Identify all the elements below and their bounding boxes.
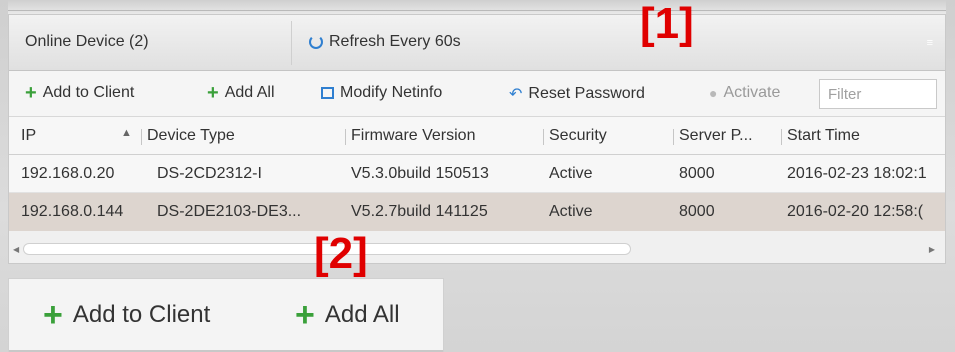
netinfo-icon xyxy=(321,87,334,99)
column-separator[interactable] xyxy=(543,129,544,145)
add-to-client-button[interactable]: + Add to Client xyxy=(25,82,135,104)
header-divider xyxy=(291,21,292,65)
plus-icon: + xyxy=(43,296,63,334)
cell-ip: 192.168.0.20 xyxy=(21,165,115,182)
table-row[interactable]: 192.168.0.20 DS-2CD2312-I V5.3.0build 15… xyxy=(9,155,945,193)
add-all-label: Add All xyxy=(224,84,275,101)
plus-icon: + xyxy=(295,296,315,334)
sort-up-icon[interactable]: ▲ xyxy=(121,127,132,139)
modify-netinfo-button[interactable]: Modify Netinfo xyxy=(321,84,442,102)
collapse-icon[interactable]: ≡ xyxy=(927,37,933,49)
zoom-add-to-client-label: Add to Client xyxy=(72,301,211,328)
cell-firmware: V5.3.0build 150513 xyxy=(351,165,489,182)
add-all-button[interactable]: + Add All xyxy=(207,82,275,104)
toolbar: + Add to Client + Add All Modify Netinfo… xyxy=(9,71,945,117)
cell-security: Active xyxy=(549,203,593,220)
refresh-setting[interactable]: Refresh Every 60s xyxy=(309,33,461,51)
modify-netinfo-label: Modify Netinfo xyxy=(340,84,443,101)
column-separator[interactable] xyxy=(673,129,674,145)
annotation-marker-1: [1] xyxy=(640,0,694,48)
plus-icon: + xyxy=(25,82,37,104)
cell-device-type: DS-2DE2103-DE3... xyxy=(157,203,302,220)
divider xyxy=(8,10,946,11)
activate-label: Activate xyxy=(723,84,781,101)
column-header-start-time[interactable]: Start Time xyxy=(787,127,860,145)
zoom-add-all-button[interactable]: + Add All xyxy=(295,296,400,334)
cell-security: Active xyxy=(549,165,593,182)
column-header-server-port[interactable]: Server P... xyxy=(679,127,753,145)
online-device-panel: Online Device (2) Refresh Every 60s ≡ + … xyxy=(8,14,946,264)
activate-button[interactable]: ● Activate xyxy=(709,84,780,102)
table-row-selected[interactable]: 192.168.0.144 DS-2DE2103-DE3... V5.2.7bu… xyxy=(9,193,945,231)
cell-server-port: 8000 xyxy=(679,203,715,220)
online-device-title[interactable]: Online Device (2) xyxy=(25,33,149,51)
add-to-client-label: Add to Client xyxy=(42,84,135,101)
column-header-security[interactable]: Security xyxy=(549,127,607,145)
column-header-ip[interactable]: IP xyxy=(21,127,36,145)
panel-header: Online Device (2) Refresh Every 60s ≡ xyxy=(9,15,945,71)
column-separator[interactable] xyxy=(141,129,142,145)
scroll-right-icon[interactable]: ▶ xyxy=(929,245,935,254)
cell-device-type: DS-2CD2312-I xyxy=(157,165,262,182)
refresh-icon xyxy=(309,35,323,49)
cell-firmware: V5.2.7build 141125 xyxy=(351,203,488,220)
filter-input[interactable] xyxy=(819,79,937,109)
scroll-left-icon[interactable]: ◀ xyxy=(13,245,19,254)
cell-server-port: 8000 xyxy=(679,165,715,182)
activate-icon: ● xyxy=(709,85,718,101)
plus-icon: + xyxy=(207,82,219,104)
annotation-marker-2: [2] xyxy=(314,229,368,278)
reset-password-label: Reset Password xyxy=(528,85,645,102)
horizontal-scroll-area: ◀ ▶ xyxy=(9,231,945,263)
refresh-label: Refresh Every 60s xyxy=(329,33,461,50)
cell-ip: 192.168.0.144 xyxy=(21,203,124,220)
zoom-add-to-client-button[interactable]: + Add to Client xyxy=(43,296,211,334)
table-header: IP ▲ Device Type Firmware Version Securi… xyxy=(9,117,945,155)
zoom-add-all-label: Add All xyxy=(324,301,400,328)
cell-start-time: 2016-02-20 12:58:( xyxy=(787,203,924,220)
column-header-firmware[interactable]: Firmware Version xyxy=(351,127,475,145)
column-separator[interactable] xyxy=(781,129,782,145)
column-header-device-type[interactable]: Device Type xyxy=(147,127,235,145)
column-separator[interactable] xyxy=(345,129,346,145)
reset-icon: ↶ xyxy=(509,86,523,103)
reset-password-button[interactable]: ↶ Reset Password xyxy=(509,84,645,104)
zoomed-toolbar: + Add to Client + Add All xyxy=(8,278,444,352)
cell-start-time: 2016-02-23 18:02:1 xyxy=(787,165,927,182)
top-strip xyxy=(8,0,946,14)
